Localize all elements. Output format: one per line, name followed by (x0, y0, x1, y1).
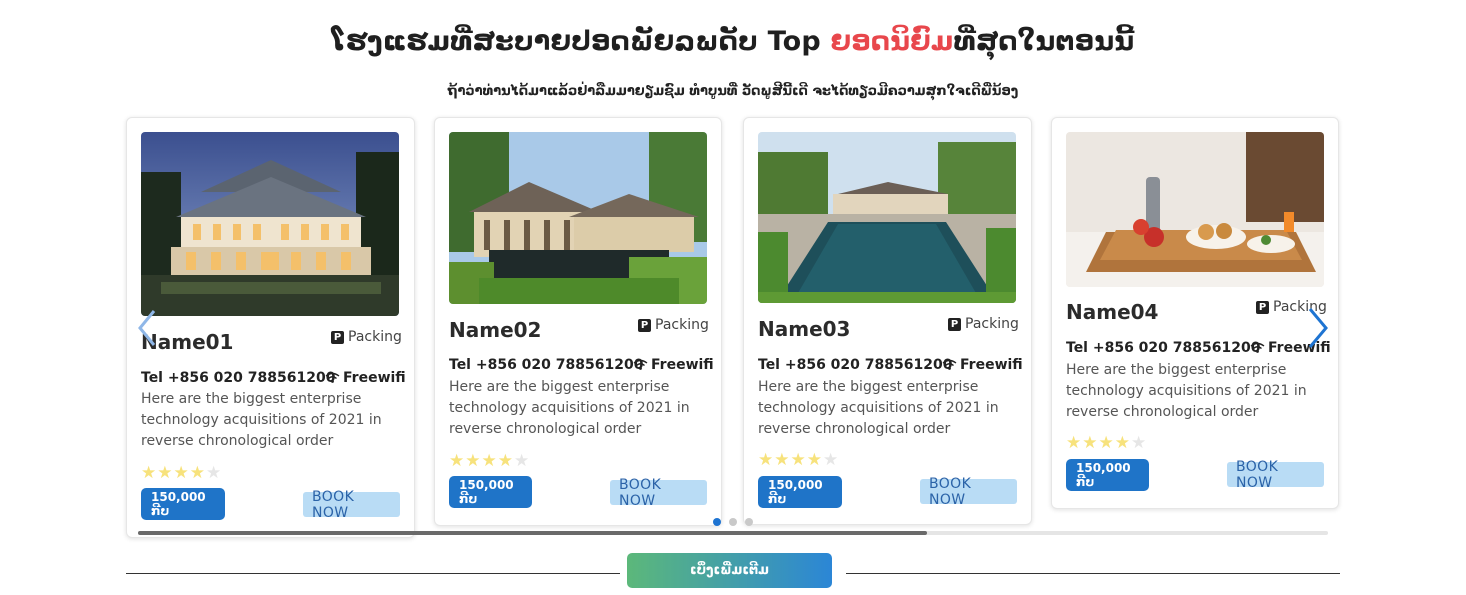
price-button[interactable]: 150,000 ກີບ (449, 476, 532, 508)
hotel-name: Name04 (1066, 300, 1159, 324)
hotel-description: Here are the biggest enterprise technolo… (141, 391, 382, 449)
see-more-button[interactable]: ເບິ່ງເພີ່ມເຕີມ (627, 553, 832, 588)
scrollbar-thumb[interactable] (138, 531, 927, 535)
title-accent: ຍອດນິຍົມ (830, 26, 954, 57)
book-now-button[interactable]: BOOK NOW (1227, 459, 1324, 491)
parking-icon: P (948, 317, 961, 331)
hotel-phone: Tel +856 020 788561200 (141, 370, 336, 386)
pagination-dot[interactable] (745, 518, 753, 526)
pagination-dot[interactable] (729, 518, 737, 526)
wifi-info: Freewifi (325, 370, 406, 386)
hotel-name: Name03 (758, 317, 851, 341)
parking-icon: P (638, 318, 651, 332)
hotel-photo[interactable] (758, 132, 1016, 303)
parking-info: P Packing (331, 329, 402, 345)
prev-arrow[interactable] (134, 303, 164, 353)
wifi-icon (942, 359, 957, 370)
section-title: ໂຮງແຮມທີ່ສະບາຍປອດພັຍລພດັບ Top ຍອດນິຍົມທີ… (331, 26, 1135, 57)
parking-info: P Packing (638, 317, 709, 333)
section-subtitle: ຖ້າວ່າທ່ານໄດ້ມາແລ້ວຢ່າລືມມາຍຽມຊົມ ທຳບູນທ… (447, 84, 1019, 99)
parking-icon: P (1256, 300, 1269, 314)
hotel-phone: Tel +856 020 788561200 (449, 357, 644, 373)
hotel-description: Here are the biggest enterprise technolo… (1066, 362, 1307, 420)
book-now-button[interactable]: BOOK NOW (303, 489, 400, 521)
hotel-phone: Tel +856 020 788561200 (1066, 340, 1261, 356)
pagination-dot[interactable] (713, 518, 721, 526)
wifi-icon (633, 359, 648, 370)
rating-stars: ★★★★★ (141, 463, 223, 483)
wifi-icon (1250, 342, 1265, 353)
wifi-icon (325, 372, 340, 383)
divider-left (126, 573, 620, 574)
hotel-phone: Tel +856 020 788561200 (758, 357, 953, 373)
rating-stars: ★★★★★ (449, 451, 531, 471)
hotel-photo[interactable] (1066, 132, 1324, 287)
hotel-name: Name02 (449, 318, 542, 342)
rating-stars: ★★★★★ (1066, 433, 1148, 453)
book-now-button[interactable]: BOOK NOW (920, 476, 1017, 508)
hotel-description: Here are the biggest enterprise technolo… (758, 379, 999, 437)
price-button[interactable]: 150,000 ກີບ (1066, 459, 1149, 491)
price-button[interactable]: 150,000 ກີບ (141, 488, 225, 520)
parking-icon: P (331, 330, 344, 344)
hotel-photo[interactable] (449, 132, 707, 304)
price-button[interactable]: 150,000 ກີບ (758, 476, 842, 508)
rating-stars: ★★★★★ (758, 450, 840, 470)
book-now-button[interactable]: BOOK NOW (610, 477, 707, 509)
wifi-info: Freewifi (633, 357, 714, 373)
chevron-right-icon (1308, 308, 1328, 348)
parking-info: P Packing (948, 316, 1019, 332)
divider-right (846, 573, 1340, 574)
wifi-info: Freewifi (942, 357, 1023, 373)
chevron-left-icon (138, 310, 156, 346)
hotel-photo[interactable] (141, 132, 399, 316)
carousel-scrollbar[interactable] (138, 531, 1328, 535)
hotel-description: Here are the biggest enterprise technolo… (449, 379, 690, 437)
next-arrow[interactable] (1302, 303, 1332, 353)
